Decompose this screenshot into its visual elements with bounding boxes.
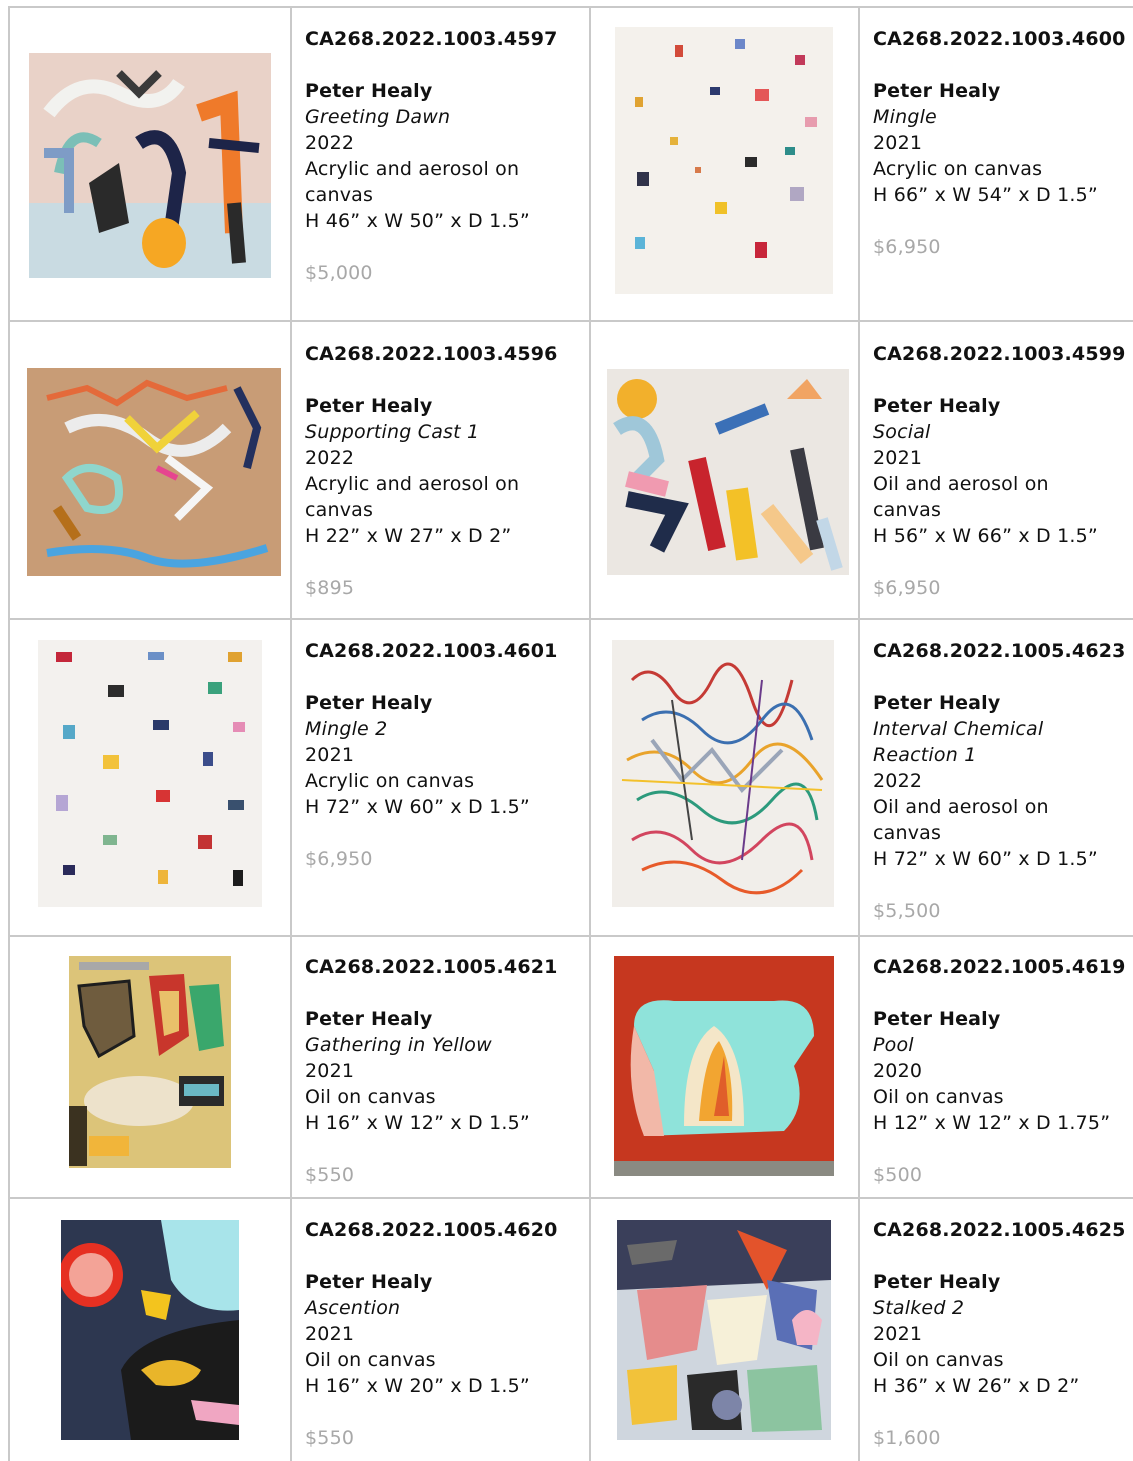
- inventory-code: CA268.2022.1003.4599: [873, 343, 1126, 365]
- artwork-info: CA268.2022.1005.4619 Peter Healy Pool 20…: [873, 954, 1126, 1188]
- artwork-dimensions: H 12” x W 12” x D 1.75”: [873, 1112, 1111, 1134]
- artwork-dimensions: H 46” x W 50” x D 1.5”: [305, 210, 530, 232]
- artwork-title: Interval Chemical Reaction 1: [873, 718, 1044, 766]
- artwork-info: CA268.2022.1003.4600 Peter Healy Mingle …: [873, 26, 1126, 260]
- artwork-dimensions: H 72” x W 60” x D 1.5”: [305, 796, 530, 818]
- grid-line: [858, 8, 860, 1461]
- artwork-dimensions: H 16” x W 20” x D 1.5”: [305, 1375, 530, 1397]
- artwork-year: 2021: [873, 447, 923, 469]
- artwork-year: 2021: [873, 132, 923, 154]
- artwork-year: 2020: [873, 1060, 923, 1082]
- artwork-price: $895: [305, 577, 355, 599]
- artwork-image-supporting-cast-1[interactable]: [27, 368, 281, 576]
- artwork-dimensions: H 16” x W 12” x D 1.5”: [305, 1112, 530, 1134]
- artwork-medium: Acrylic and aerosol on canvas: [305, 473, 520, 521]
- artwork-dimensions: H 56” x W 66” x D 1.5”: [873, 525, 1098, 547]
- artwork-info: CA268.2022.1005.4620 Peter Healy Ascenti…: [305, 1217, 575, 1451]
- grid-line: [8, 935, 1133, 937]
- artwork-image-gathering-in-yellow[interactable]: [69, 956, 231, 1168]
- inventory-code: CA268.2022.1003.4596: [305, 343, 558, 365]
- artwork-info: CA268.2022.1003.4597 Peter Healy Greetin…: [305, 26, 575, 286]
- artwork-medium: Acrylic and aerosol on canvas: [305, 158, 520, 206]
- artwork-medium: Oil on canvas: [305, 1086, 436, 1108]
- artwork-year: 2021: [305, 744, 355, 766]
- artwork-title: Gathering in Yellow: [305, 1034, 492, 1056]
- artwork-medium: Oil and aerosol on canvas: [873, 796, 1049, 844]
- artist-name: Peter Healy: [305, 395, 433, 417]
- inventory-code: CA268.2022.1003.4600: [873, 28, 1126, 50]
- artwork-price: $6,950: [873, 577, 941, 599]
- artwork-medium: Oil on canvas: [873, 1086, 1004, 1108]
- artwork-year: 2022: [305, 447, 355, 469]
- grid-line: [589, 8, 591, 1461]
- artist-name: Peter Healy: [873, 80, 1001, 102]
- artwork-medium: Oil on canvas: [873, 1349, 1004, 1371]
- artwork-title: Greeting Dawn: [305, 106, 451, 128]
- grid-line-top: [8, 6, 1133, 8]
- artwork-price: $550: [305, 1164, 355, 1186]
- artwork-year: 2021: [305, 1323, 355, 1345]
- artwork-dimensions: H 36” x W 26” x D 2”: [873, 1375, 1080, 1397]
- artwork-price: $5,500: [873, 900, 941, 922]
- artwork-info: CA268.2022.1005.4623 Peter Healy Interva…: [873, 638, 1126, 924]
- artwork-price: $550: [305, 1427, 355, 1449]
- inventory-code: CA268.2022.1005.4619: [873, 956, 1126, 978]
- artwork-info: CA268.2022.1005.4625 Peter Healy Stalked…: [873, 1217, 1126, 1451]
- artist-name: Peter Healy: [305, 1008, 433, 1030]
- artwork-price: $6,950: [305, 848, 373, 870]
- artwork-info: CA268.2022.1003.4596 Peter Healy Support…: [305, 341, 575, 601]
- artist-name: Peter Healy: [873, 1008, 1001, 1030]
- artwork-price: $1,600: [873, 1427, 941, 1449]
- artwork-medium: Oil and aerosol on canvas: [873, 473, 1049, 521]
- artwork-medium: Acrylic on canvas: [873, 158, 1043, 180]
- artist-name: Peter Healy: [873, 1271, 1001, 1293]
- artwork-price: $5,000: [305, 262, 373, 284]
- grid-line: [8, 1197, 1133, 1199]
- artwork-image-pool[interactable]: [614, 956, 834, 1176]
- artwork-info: CA268.2022.1005.4621 Peter Healy Gatheri…: [305, 954, 575, 1188]
- artwork-title: Mingle 2: [305, 718, 388, 740]
- inventory-code: CA268.2022.1005.4621: [305, 956, 558, 978]
- artist-name: Peter Healy: [305, 692, 433, 714]
- inventory-code: CA268.2022.1003.4597: [305, 28, 558, 50]
- artwork-image-stalked-2[interactable]: [617, 1220, 831, 1440]
- artwork-title: Stalked 2: [873, 1297, 965, 1319]
- inventory-code: CA268.2022.1005.4625: [873, 1219, 1126, 1241]
- artwork-title: Supporting Cast 1: [305, 421, 480, 443]
- artwork-title: Pool: [873, 1034, 914, 1056]
- artwork-title: Mingle: [873, 106, 937, 128]
- artist-name: Peter Healy: [305, 80, 433, 102]
- grid-line: [8, 618, 1133, 620]
- artwork-year: 2022: [305, 132, 355, 154]
- artwork-image-interval-chemical-reaction-1[interactable]: [612, 640, 834, 907]
- artwork-price: $6,950: [873, 236, 941, 258]
- artist-name: Peter Healy: [873, 395, 1001, 417]
- inventory-code: CA268.2022.1003.4601: [305, 640, 558, 662]
- artwork-image-mingle-2[interactable]: [38, 640, 262, 907]
- artwork-year: 2022: [873, 770, 923, 792]
- artwork-image-greeting-dawn[interactable]: [29, 53, 271, 278]
- artwork-image-mingle[interactable]: [615, 27, 833, 294]
- artwork-image-social[interactable]: [607, 369, 849, 575]
- grid-line-left: [8, 8, 10, 1461]
- artwork-medium: Oil on canvas: [305, 1349, 436, 1371]
- artwork-dimensions: H 72” x W 60” x D 1.5”: [873, 848, 1098, 870]
- artwork-medium: Acrylic on canvas: [305, 770, 475, 792]
- artwork-info: CA268.2022.1003.4599 Peter Healy Social …: [873, 341, 1126, 601]
- artwork-title: Ascention: [305, 1297, 401, 1319]
- artwork-dimensions: H 66” x W 54” x D 1.5”: [873, 184, 1098, 206]
- artwork-year: 2021: [873, 1323, 923, 1345]
- artist-name: Peter Healy: [305, 1271, 433, 1293]
- artwork-year: 2021: [305, 1060, 355, 1082]
- artwork-image-ascention[interactable]: [61, 1220, 239, 1440]
- inventory-code: CA268.2022.1005.4620: [305, 1219, 558, 1241]
- artwork-dimensions: H 22” x W 27” x D 2”: [305, 525, 512, 547]
- grid-line: [8, 320, 1133, 322]
- inventory-code: CA268.2022.1005.4623: [873, 640, 1126, 662]
- artwork-price: $500: [873, 1164, 923, 1186]
- artwork-title: Social: [873, 421, 931, 443]
- grid-line: [290, 8, 292, 1461]
- artwork-info: CA268.2022.1003.4601 Peter Healy Mingle …: [305, 638, 575, 872]
- artist-name: Peter Healy: [873, 692, 1001, 714]
